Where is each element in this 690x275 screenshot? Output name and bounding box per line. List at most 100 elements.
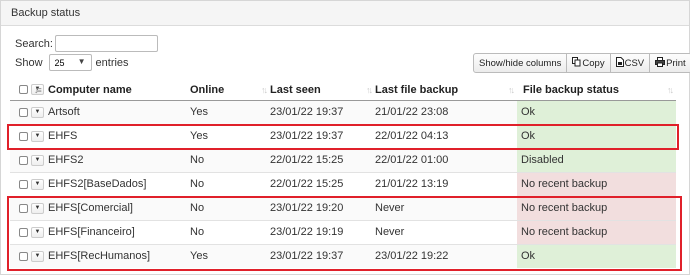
cell-status: Disabled (517, 147, 676, 172)
cell-computer-name: EHFS[RecHumanos] (48, 243, 190, 268)
copy-button[interactable]: Copy (567, 54, 611, 72)
row-checkbox[interactable] (19, 251, 28, 261)
row-controls: ▼ (10, 99, 48, 124)
row-menu-button[interactable]: ▼ (31, 250, 44, 262)
cell-last-seen: 23/01/22 19:37 (270, 243, 375, 268)
row-checkbox[interactable] (19, 155, 28, 165)
col-last-seen-label: Last seen (270, 83, 321, 96)
show-hide-columns-label: Show/hide columns (479, 57, 562, 69)
table-header-row: ▼ Computer name ↓≡ Online ↑↓ Last seen ↑… (10, 80, 676, 101)
cell-status: Ok (517, 123, 676, 148)
cell-last-backup: Never (375, 195, 517, 220)
cell-computer-name: EHFS2 (48, 147, 190, 172)
table-row[interactable]: ▼ EHFS[Financeiro] No 23/01/22 19:19 Nev… (10, 219, 676, 244)
row-controls: ▼ (10, 195, 48, 220)
search-label: Search: (15, 37, 53, 50)
cell-last-seen: 22/01/22 15:25 (270, 171, 375, 196)
show-label: Show (15, 56, 43, 69)
row-checkbox[interactable] (19, 227, 28, 237)
print-label: Print (666, 57, 686, 69)
sort-asc-icon: ↓≡ (34, 85, 42, 95)
entries-select[interactable]: 25 (48, 54, 92, 71)
cell-status: No recent backup (517, 195, 676, 220)
select-all-checkbox[interactable] (19, 85, 28, 95)
cell-online: No (190, 219, 270, 244)
cell-computer-name: EHFS[Financeiro] (48, 219, 190, 244)
cell-online: No (190, 147, 270, 172)
entries-label: entries (95, 56, 129, 69)
table-row[interactable]: ▼ EHFS[RecHumanos] Yes 23/01/22 19:37 23… (10, 243, 676, 268)
backup-table: ▼ Computer name ↓≡ Online ↑↓ Last seen ↑… (10, 80, 676, 268)
sort-icon: ↑↓ (366, 85, 373, 95)
cell-last-backup: 22/01/22 04:13 (375, 123, 517, 148)
table-row[interactable]: ▼ EHFS2 No 22/01/22 15:25 22/01/22 01:00… (10, 147, 676, 172)
row-checkbox[interactable] (19, 203, 28, 213)
print-button[interactable]: Print (650, 54, 690, 72)
panel-title: Backup status (1, 1, 689, 26)
cell-status: No recent backup (517, 219, 676, 244)
row-controls: ▼ (10, 219, 48, 244)
cell-last-seen: 23/01/22 19:19 (270, 219, 375, 244)
sort-icon: ↑↓ (667, 85, 674, 95)
row-checkbox[interactable] (19, 179, 28, 189)
search-group: Search: (15, 35, 158, 52)
select-all-header: ▼ (10, 80, 48, 101)
cell-last-backup: 21/01/22 23:08 (375, 99, 517, 124)
row-menu-button[interactable]: ▼ (31, 106, 44, 118)
col-computer-name-label: Computer name (48, 83, 132, 96)
row-menu-button[interactable]: ▼ (31, 130, 44, 142)
cell-last-seen: 22/01/22 15:25 (270, 147, 375, 172)
col-last-file-backup-label: Last file backup (375, 83, 459, 96)
row-checkbox[interactable] (19, 107, 28, 117)
copy-icon (572, 57, 581, 69)
row-menu-button[interactable]: ▼ (31, 154, 44, 166)
show-hide-columns-button[interactable]: Show/hide columns (474, 54, 568, 72)
cell-status: Ok (517, 243, 676, 268)
cell-last-backup: 21/01/22 13:19 (375, 171, 517, 196)
table-row[interactable]: ▼ EHFS[Comercial] No 23/01/22 19:20 Neve… (10, 195, 676, 220)
cell-last-seen: 23/01/22 19:37 (270, 123, 375, 148)
cell-online: No (190, 171, 270, 196)
row-menu-button[interactable]: ▼ (31, 178, 44, 190)
page-length-control: Show 25 ▼ entries (15, 54, 129, 71)
row-menu-button[interactable]: ▼ (31, 226, 44, 238)
cell-online: Yes (190, 123, 270, 148)
cell-computer-name: EHFS (48, 123, 190, 148)
sort-icon: ↑↓ (261, 85, 268, 95)
row-controls: ▼ (10, 243, 48, 268)
cell-online: Yes (190, 243, 270, 268)
col-online[interactable]: Online ↑↓ (190, 80, 270, 101)
cell-computer-name: Artsoft (48, 99, 190, 124)
csv-button[interactable]: CSV (611, 54, 651, 72)
row-controls: ▼ (10, 171, 48, 196)
search-input[interactable] (54, 35, 158, 52)
cell-online: No (190, 195, 270, 220)
table-toolbar: Show/hide columns Copy CSV Print (473, 53, 690, 73)
row-controls: ▼ (10, 123, 48, 148)
cell-status: Ok (517, 99, 676, 124)
col-computer-name[interactable]: Computer name ↓≡ (34, 80, 190, 101)
table-row[interactable]: ▼ EHFS Yes 23/01/22 19:37 22/01/22 04:13… (10, 123, 676, 148)
row-controls: ▼ (10, 147, 48, 172)
row-menu-button[interactable]: ▼ (31, 202, 44, 214)
cell-last-seen: 23/01/22 19:20 (270, 195, 375, 220)
col-online-label: Online (190, 83, 225, 96)
cell-last-backup: Never (375, 219, 517, 244)
copy-label: Copy (582, 57, 605, 69)
cell-online: Yes (190, 99, 270, 124)
row-checkbox[interactable] (19, 131, 28, 141)
col-last-seen[interactable]: Last seen ↑↓ (270, 80, 375, 101)
col-file-backup-status[interactable]: File backup status ↑↓ (517, 80, 676, 101)
cell-computer-name: EHFS2[BaseDados] (48, 171, 190, 196)
sort-icon: ↑↓ (508, 85, 515, 95)
table-row[interactable]: ▼ EHFS2[BaseDados] No 22/01/22 15:25 21/… (10, 171, 676, 196)
col-last-file-backup[interactable]: Last file backup ↑↓ (375, 80, 517, 101)
table-row[interactable]: ▼ Artsoft Yes 23/01/22 19:37 21/01/22 23… (10, 99, 676, 124)
col-file-backup-status-label: File backup status (523, 83, 619, 96)
cell-status: No recent backup (517, 171, 676, 196)
cell-last-backup: 23/01/22 19:22 (375, 243, 517, 268)
cell-computer-name: EHFS[Comercial] (48, 195, 190, 220)
csv-label: CSV (624, 57, 645, 69)
cell-last-backup: 22/01/22 01:00 (375, 147, 517, 172)
csv-icon (615, 57, 624, 69)
